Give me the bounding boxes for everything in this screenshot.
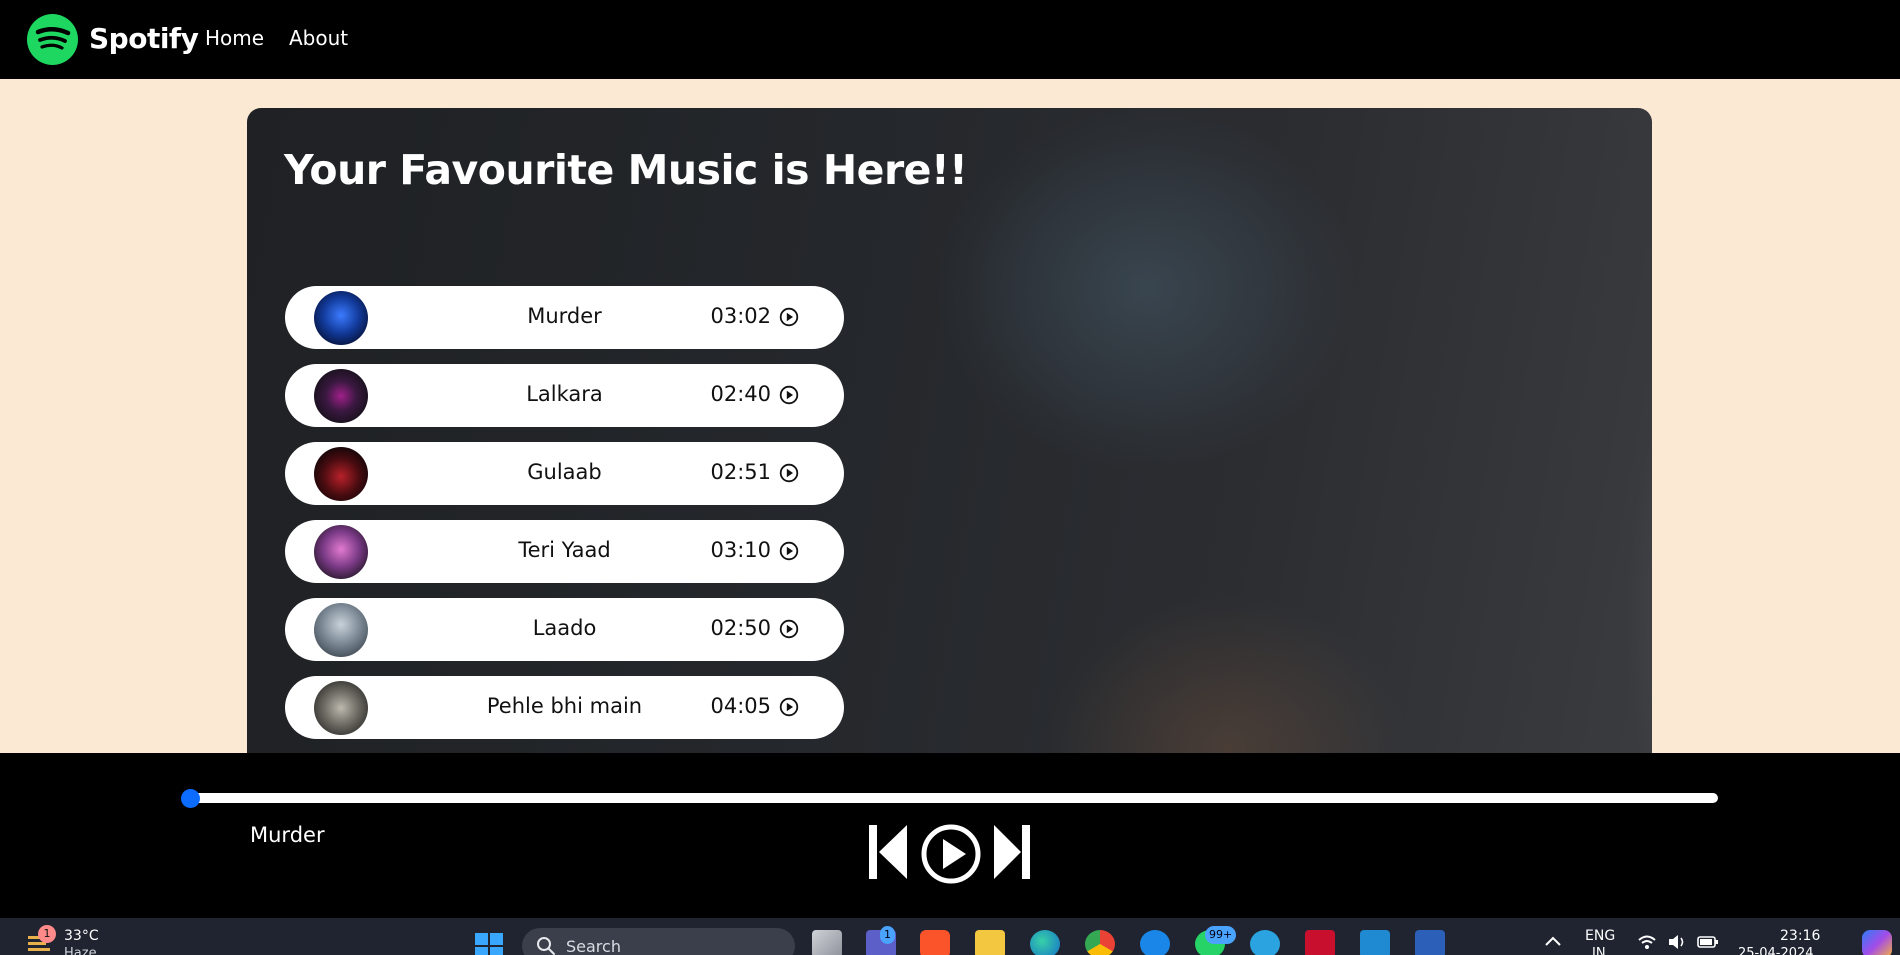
telegram-icon[interactable]: [1250, 930, 1280, 955]
play-circle-icon[interactable]: [779, 541, 799, 561]
next-track-icon[interactable]: [992, 823, 1032, 881]
top-navbar: Spotify Home About: [0, 0, 1900, 79]
song-item-gulaab[interactable]: Gulaab 02:51: [285, 442, 844, 505]
progress-track[interactable]: [190, 793, 1718, 803]
teams-badge: 1: [880, 926, 895, 944]
word-icon[interactable]: [1415, 930, 1445, 955]
play-icon[interactable]: [920, 823, 982, 885]
region-indicator: IN: [1592, 946, 1606, 955]
song-duration: 03:10: [710, 538, 771, 562]
song-duration: 02:51: [710, 460, 771, 484]
whatsapp-badge: 99+: [1205, 926, 1237, 944]
nav-link-home[interactable]: Home: [205, 26, 264, 50]
clock-date: 25-04-2024: [1738, 946, 1814, 955]
language-indicator[interactable]: ENG: [1585, 928, 1615, 944]
song-item-pehle-bhi-main[interactable]: Pehle bhi main 04:05: [285, 676, 844, 739]
previous-track-icon[interactable]: [867, 823, 909, 881]
page-title: Your Favourite Music is Here!!: [284, 146, 968, 194]
wifi-icon[interactable]: [1637, 934, 1657, 950]
song-duration: 02:40: [710, 382, 771, 406]
chrome-browser-icon[interactable]: [1085, 930, 1115, 955]
song-item-lalkara[interactable]: Lalkara 02:40: [285, 364, 844, 427]
chevron-up-icon[interactable]: [1544, 934, 1562, 948]
music-card: Your Favourite Music is Here!! Murder 03…: [247, 108, 1652, 808]
mcafee-icon[interactable]: [1305, 930, 1335, 955]
nav-link-about[interactable]: About: [289, 26, 348, 50]
battery-icon[interactable]: [1697, 934, 1719, 950]
player-bar: Murder: [0, 753, 1900, 918]
vscode-icon[interactable]: [1360, 930, 1390, 955]
weather-badge: 1: [38, 925, 56, 943]
brave-browser-icon[interactable]: [920, 930, 950, 955]
brand-name[interactable]: Spotify: [89, 22, 199, 55]
edge-browser-icon[interactable]: [1030, 930, 1060, 955]
spotify-logo-icon[interactable]: [27, 14, 78, 65]
help-icon[interactable]: [1140, 930, 1170, 955]
now-playing-title: Murder: [250, 823, 325, 847]
copilot-icon[interactable]: [1862, 930, 1892, 955]
volume-icon[interactable]: [1667, 934, 1687, 950]
task-view-icon[interactable]: [812, 930, 842, 955]
play-circle-icon[interactable]: [779, 307, 799, 327]
song-item-teri-yaad[interactable]: Teri Yaad 03:10: [285, 520, 844, 583]
play-circle-icon[interactable]: [779, 697, 799, 717]
progress-slider-thumb[interactable]: [181, 789, 200, 808]
song-duration: 02:50: [710, 616, 771, 640]
taskbar-search[interactable]: Search: [522, 928, 795, 955]
song-duration: 03:02: [710, 304, 771, 328]
song-item-laado[interactable]: Laado 02:50: [285, 598, 844, 661]
file-explorer-icon[interactable]: [975, 930, 1005, 955]
windows-taskbar: 1 33°C Haze Search 1 99+ ENG IN 23:16 25…: [0, 918, 1900, 955]
search-placeholder: Search: [566, 937, 621, 955]
weather-temperature[interactable]: 33°C: [64, 928, 99, 944]
windows-start-icon[interactable]: [474, 932, 504, 955]
clock-time[interactable]: 23:16: [1780, 928, 1820, 944]
search-icon: [537, 937, 555, 955]
song-item-murder[interactable]: Murder 03:02: [285, 286, 844, 349]
play-circle-icon[interactable]: [779, 385, 799, 405]
song-duration: 04:05: [710, 694, 771, 718]
weather-text: Haze: [64, 946, 97, 955]
play-circle-icon[interactable]: [779, 463, 799, 483]
song-list: Murder 03:02 Lalkara 02:40 Gulaab 02:51 …: [285, 286, 844, 808]
play-circle-icon[interactable]: [779, 619, 799, 639]
